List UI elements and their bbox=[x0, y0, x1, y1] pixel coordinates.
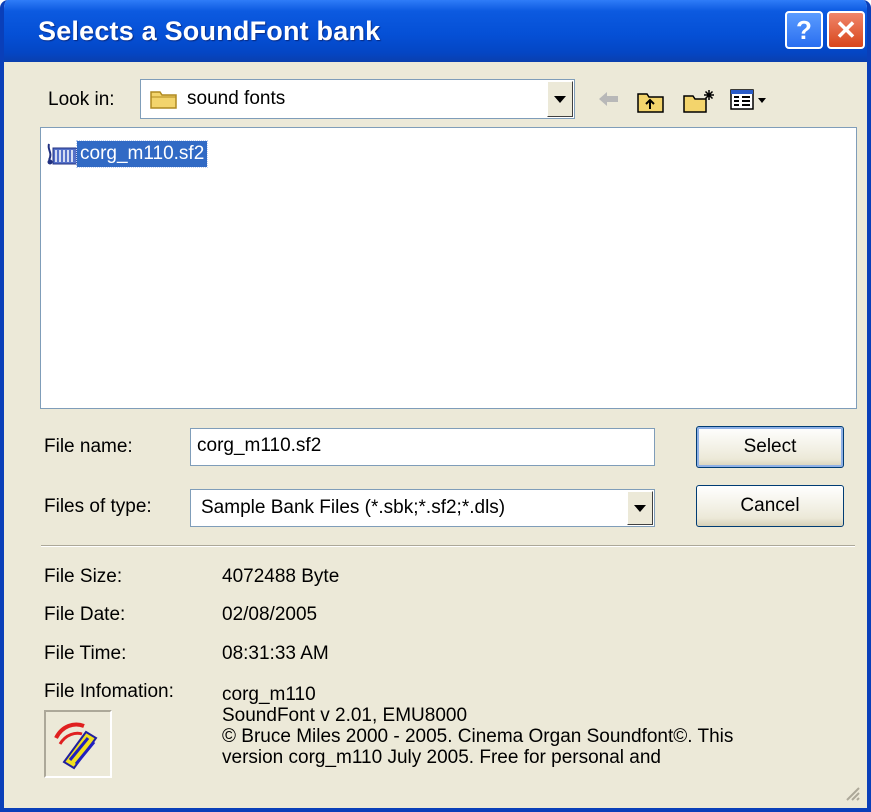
file-type-value: Sample Bank Files (*.sbk;*.sf2;*.dls) bbox=[201, 497, 506, 518]
soundfont-file-icon bbox=[47, 143, 78, 165]
look-in-label: Look in: bbox=[48, 89, 115, 110]
up-folder-icon[interactable] bbox=[636, 88, 666, 114]
file-type-dropdown[interactable]: Sample Bank Files (*.sbk;*.sf2;*.dls) bbox=[190, 489, 655, 527]
help-button[interactable]: ? bbox=[785, 11, 823, 49]
file-list[interactable]: corg_m110.sf2 bbox=[40, 127, 857, 409]
info-line: corg_m110 bbox=[222, 684, 316, 705]
file-time-label: File Time: bbox=[44, 643, 127, 664]
resize-grip-icon[interactable] bbox=[841, 782, 861, 802]
soundfont-logo-icon bbox=[44, 710, 112, 778]
close-button[interactable]: ✕ bbox=[827, 11, 865, 49]
file-date-value: 02/08/2005 bbox=[222, 604, 318, 625]
window-title: Selects a SoundFont bank bbox=[38, 16, 381, 46]
title-bar[interactable]: Selects a SoundFont bank ? ✕ bbox=[4, 0, 867, 62]
file-type-label: Files of type: bbox=[44, 496, 152, 517]
file-name-text: corg_m110.sf2 bbox=[75, 140, 209, 168]
file-name-input[interactable]: corg_m110.sf2 bbox=[190, 428, 655, 466]
file-size-label: File Size: bbox=[44, 566, 123, 587]
look-in-dropdown-arrow[interactable] bbox=[547, 81, 573, 117]
select-button[interactable]: Select bbox=[696, 426, 844, 468]
folder-icon bbox=[150, 91, 177, 109]
look-in-dropdown[interactable]: sound fonts bbox=[140, 79, 575, 119]
file-name-label: File name: bbox=[44, 436, 133, 457]
file-date-label: File Date: bbox=[44, 604, 126, 625]
view-menu-icon[interactable] bbox=[729, 88, 769, 112]
new-folder-icon[interactable] bbox=[682, 88, 716, 114]
info-line: SoundFont v 2.01, EMU8000 bbox=[222, 705, 468, 726]
cancel-button[interactable]: Cancel bbox=[696, 485, 844, 527]
file-dialog-window: Selects a SoundFont bank ? ✕ Look in: so… bbox=[0, 0, 871, 812]
file-time-value: 08:31:33 AM bbox=[222, 643, 329, 664]
chevron-down-icon bbox=[554, 95, 566, 103]
chevron-down-icon bbox=[634, 504, 646, 512]
info-line: © Bruce Miles 2000 - 2005. Cinema Organ … bbox=[222, 726, 734, 747]
back-arrow-icon[interactable] bbox=[596, 88, 622, 110]
file-information-label: File Infomation: bbox=[44, 681, 174, 702]
file-type-dropdown-arrow[interactable] bbox=[627, 491, 653, 525]
look-in-value: sound fonts bbox=[187, 88, 286, 109]
info-line: version corg_m110 July 2005. Free for pe… bbox=[222, 747, 662, 768]
file-information-text: corg_m110 SoundFont v 2.01, EMU8000 © Br… bbox=[222, 684, 842, 768]
file-size-value: 4072488 Byte bbox=[222, 566, 340, 587]
separator bbox=[41, 545, 855, 547]
